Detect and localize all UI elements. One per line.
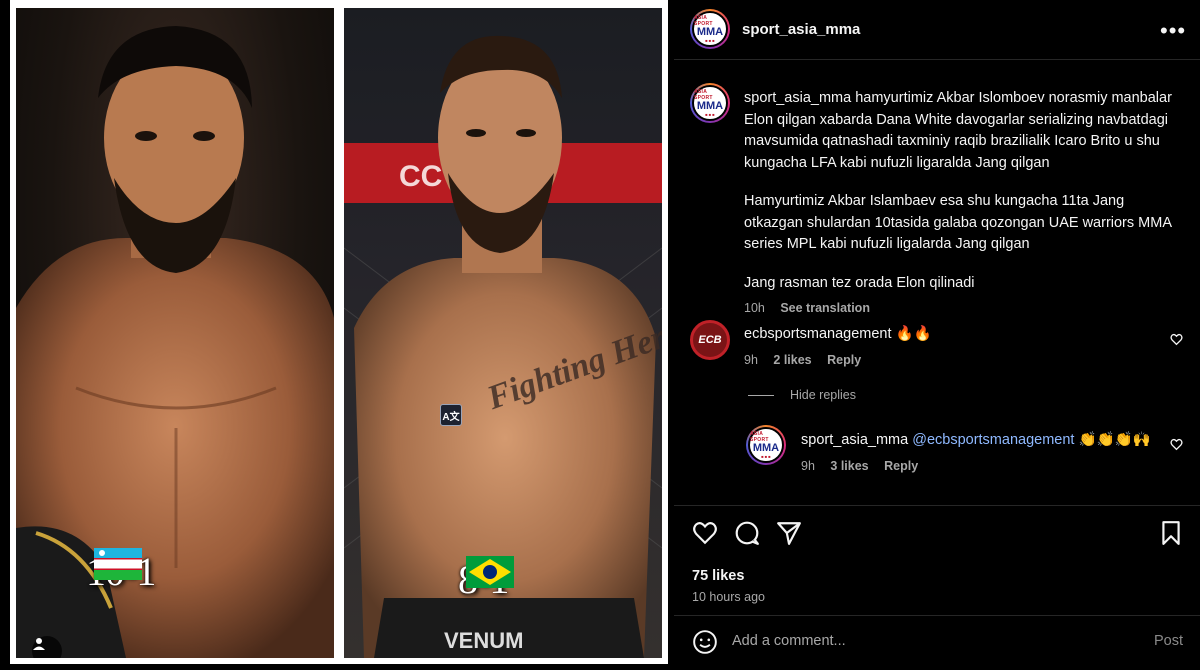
post-actions: 75 likes 10 hours ago: [674, 505, 1200, 615]
comment-like-heart-icon[interactable]: [1170, 333, 1183, 346]
logo-mid-text: MMA: [696, 100, 724, 112]
reply-text: 👏👏👏🙌: [1078, 432, 1151, 448]
hide-replies-label: Hide replies: [790, 388, 857, 402]
logo-bot-text: ■ ■ ■: [761, 454, 771, 459]
comment-input[interactable]: Add a comment...: [732, 633, 846, 649]
heart-icon[interactable]: [692, 520, 718, 546]
comment-reply-button[interactable]: Reply: [827, 353, 861, 367]
comment-likes[interactable]: 2 likes: [773, 353, 811, 367]
more-icon[interactable]: •••: [1160, 18, 1186, 44]
reply-mention[interactable]: @ecbsportsmanagement: [912, 432, 1074, 448]
post-comment-button[interactable]: Post: [1154, 633, 1183, 649]
ecb-avatar-text: ECB: [698, 334, 722, 346]
caption-username[interactable]: sport_asia_mma: [744, 90, 851, 106]
caption-avatar[interactable]: ASIA SPORT MMA ■ ■ ■: [690, 83, 730, 123]
brazil-flag-icon: [466, 556, 514, 588]
caption-text-2: Hamyurtimiz Akbar Islambaev esa shu kung…: [744, 193, 1172, 252]
caption-text-3: Jang rasman tez orada Elon qilinadi: [744, 274, 975, 291]
commenter-avatar[interactable]: ECB: [690, 320, 730, 360]
fighter-left-illustration: [16, 26, 334, 658]
shorts-brand: VENUM: [444, 628, 523, 653]
logo-bot-text: ■ ■ ■: [705, 112, 715, 117]
post-header: ASIA SPORT MMA ■ ■ ■ sport_asia_mma •••: [674, 0, 1200, 60]
fighter-photo-left: 10-1: [16, 8, 334, 658]
post-panel: ASIA SPORT MMA ■ ■ ■ sport_asia_mma ••• …: [674, 0, 1200, 670]
post-media[interactable]: 10-1 CC PP: [0, 0, 674, 670]
post-caption: sport_asia_mma hamyurtimiz Akbar Islombo…: [744, 88, 1184, 320]
reply-item: sport_asia_mma @ecbsportsmanagement 👏👏👏🙌…: [801, 430, 1161, 476]
uzbekistan-flag-icon: [94, 548, 142, 580]
record-right-label: 8-1: [458, 556, 514, 603]
comment-text: 🔥🔥: [895, 326, 932, 342]
logo-mid-text: MMA: [752, 442, 780, 454]
reply-username[interactable]: sport_asia_mma: [801, 432, 908, 448]
comment-item: ecbsportsmanagement 🔥🔥 9h 2 likes Reply: [744, 324, 1174, 370]
see-translation-link[interactable]: See translation: [780, 301, 870, 315]
fighter-photo-right: CC PP Fighting Hero VENUM 8-: [344, 8, 662, 658]
reply-time[interactable]: 9h: [801, 459, 815, 473]
hide-replies-button[interactable]: Hide replies: [748, 388, 856, 402]
author-avatar[interactable]: ASIA SPORT MMA ■ ■ ■: [690, 9, 730, 49]
reply-reply-button[interactable]: Reply: [884, 459, 918, 473]
comment-bar: Add a comment... Post: [674, 615, 1200, 670]
emoji-icon[interactable]: [692, 629, 718, 655]
logo-bot-text: ■ ■ ■: [705, 38, 715, 43]
bookmark-icon[interactable]: [1158, 520, 1184, 546]
comment-username[interactable]: ecbsportsmanagement: [744, 326, 892, 342]
author-username[interactable]: sport_asia_mma: [742, 21, 860, 38]
logo-mid-text: MMA: [696, 26, 724, 38]
record-left-label: 10-1: [86, 548, 156, 595]
translate-icon[interactable]: A文: [440, 404, 462, 426]
comment-time[interactable]: 9h: [744, 353, 758, 367]
comment-icon[interactable]: [734, 520, 760, 546]
share-icon[interactable]: [776, 520, 802, 546]
post-time[interactable]: 10 hours ago: [692, 590, 765, 604]
likes-count[interactable]: 75 likes: [692, 568, 744, 584]
reply-like-heart-icon[interactable]: [1170, 438, 1183, 451]
reply-likes[interactable]: 3 likes: [830, 459, 868, 473]
hide-replies-line: [748, 394, 774, 396]
tagged-user-icon[interactable]: [32, 636, 62, 658]
reply-avatar[interactable]: ASIA SPORT MMA ■ ■ ■: [746, 425, 786, 465]
caption-time[interactable]: 10h: [744, 301, 765, 315]
